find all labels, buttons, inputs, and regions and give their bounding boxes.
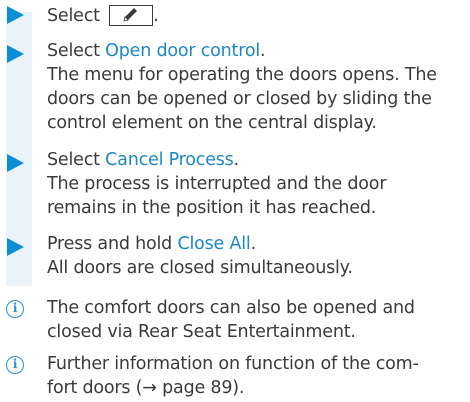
step-1-end: . <box>153 6 159 26</box>
step-2-verb: Select <box>47 41 106 61</box>
pencil-icon <box>109 5 154 26</box>
info-note-1-line-1: The comfort doors can also be opened and <box>47 298 415 318</box>
cancel-process-link[interactable]: Cancel Process <box>105 150 234 170</box>
step-4-action: Press and hold Close All. <box>47 232 256 256</box>
step-3-action: Select Cancel Process. <box>47 148 239 172</box>
info-icon: i <box>6 300 24 318</box>
step-1-line: Select . <box>47 0 159 28</box>
step-2-result-line-3: control element on the central display. <box>47 113 377 133</box>
close-all-link[interactable]: Close All <box>177 234 250 254</box>
step-4-result-line-1: All doors are closed simultaneously. <box>47 258 353 278</box>
step-arrow-icon <box>7 154 24 172</box>
step-2-action: Select Open door control. <box>47 39 266 63</box>
step-3-result-line-1: The process is interrupted and the door <box>47 174 387 194</box>
instruction-page: Select . Select Open door control. The m… <box>0 0 470 402</box>
step-4-end: . <box>250 234 257 254</box>
step-1-action: Select <box>47 6 100 26</box>
step-arrow-icon <box>7 238 24 256</box>
step-arrow-icon <box>7 45 24 63</box>
step-2-result-line-2: doors can be opened or closed by sliding… <box>47 89 432 109</box>
step-2-result-line-1: The menu for operating the doors opens. … <box>47 65 437 85</box>
info-note-2-line-2: fort doors (→ page 89). <box>47 378 245 398</box>
step-2-end: . <box>260 41 266 61</box>
info-note-1-line-2: closed via Rear Seat Entertainment. <box>47 322 356 342</box>
step-3-end: . <box>233 150 240 170</box>
step-arrow-icon <box>7 6 24 24</box>
step-3-result-line-2: remains in the position it has reached. <box>47 198 377 218</box>
info-note-2-line-1: Further information on function of the c… <box>47 354 419 374</box>
step-4-verb: Press and hold <box>47 234 178 254</box>
open-door-control-link[interactable]: Open door control <box>105 41 260 61</box>
info-icon: i <box>6 356 24 374</box>
step-3-verb: Select <box>47 150 106 170</box>
